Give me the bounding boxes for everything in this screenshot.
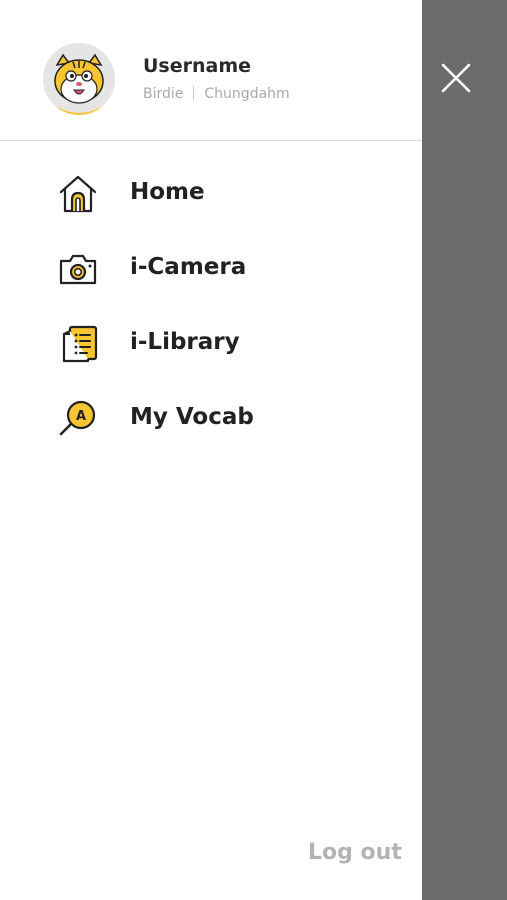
username: Username bbox=[143, 55, 252, 77]
user-meta: Birdie Chungdahm bbox=[143, 86, 290, 102]
avatar[interactable] bbox=[43, 43, 115, 115]
navigation-drawer: Username Birdie Chungdahm Home i-Camera … bbox=[0, 0, 422, 900]
menu-item-label: My Vocab bbox=[130, 404, 254, 430]
menu-item-library[interactable]: i-Library bbox=[0, 308, 422, 383]
menu-item-home[interactable]: Home bbox=[0, 158, 422, 233]
logout-button[interactable]: Log out bbox=[308, 840, 402, 865]
vocab-search-icon: A bbox=[56, 397, 100, 441]
menu-item-camera[interactable]: i-Camera bbox=[0, 233, 422, 308]
house-icon bbox=[56, 172, 100, 216]
close-button[interactable] bbox=[438, 60, 474, 96]
menu-item-label: i-Library bbox=[130, 329, 240, 355]
profile-header: Username Birdie Chungdahm bbox=[0, 0, 422, 141]
camera-icon bbox=[56, 247, 100, 291]
user-school: Chungdahm bbox=[204, 86, 290, 102]
user-level: Birdie bbox=[143, 86, 184, 102]
meta-divider bbox=[193, 86, 195, 100]
svg-text:A: A bbox=[76, 409, 86, 424]
menu-item-vocab[interactable]: A My Vocab bbox=[0, 383, 422, 458]
close-icon bbox=[441, 63, 471, 93]
book-list-icon bbox=[56, 322, 100, 366]
menu-list: Home i-Camera i-Library A My Vocab bbox=[0, 158, 422, 458]
mascot-avatar-icon bbox=[43, 43, 115, 115]
drawer-overlay[interactable] bbox=[422, 0, 507, 900]
menu-item-label: Home bbox=[130, 179, 205, 205]
menu-item-label: i-Camera bbox=[130, 254, 247, 280]
